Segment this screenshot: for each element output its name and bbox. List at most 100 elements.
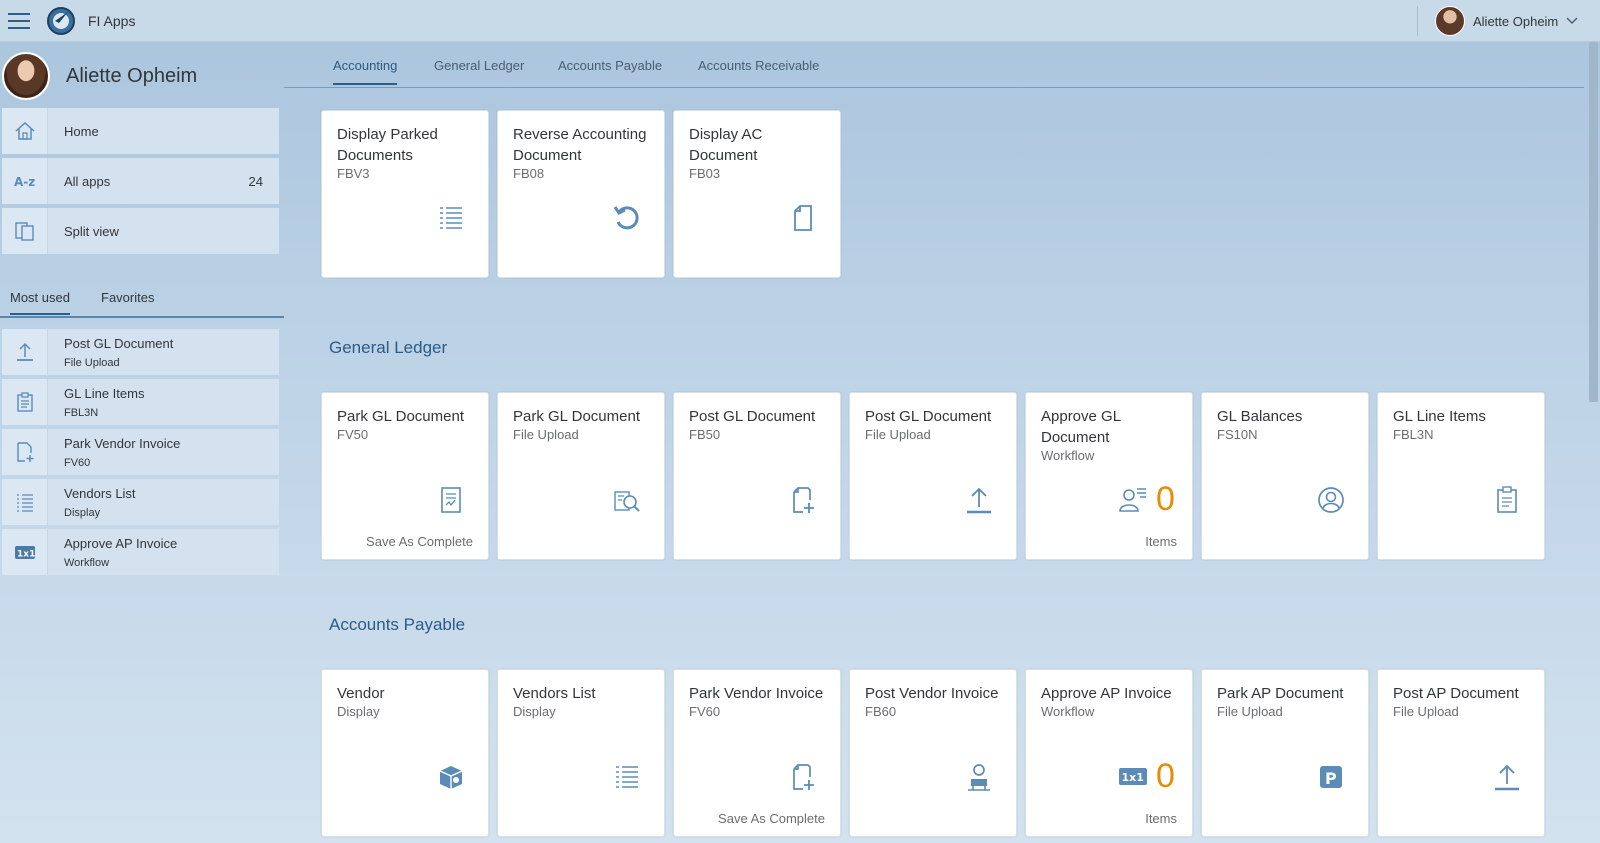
tile-gl-line-items[interactable]: GL Line Items FBL3N: [1377, 392, 1545, 560]
nav-item-all-apps[interactable]: A-z All apps 24: [2, 158, 279, 204]
me-user-name: Aliette Opheim: [66, 64, 198, 87]
chevron-down-icon: [1566, 17, 1578, 24]
upload-icon: [967, 487, 991, 514]
tile-gl-balances[interactable]: GL Balances FS10N: [1201, 392, 1369, 560]
tile-footer: Save As Complete: [366, 534, 473, 549]
tile-title: Display AC Document: [689, 126, 763, 164]
tile-subtitle: File Upload: [865, 427, 931, 442]
anchor-bar: Accounting General Ledger Accounts Payab…: [284, 42, 1584, 88]
tile-park-gl-document-upload[interactable]: Park GL Document File Upload: [497, 392, 665, 560]
undo-icon: [613, 206, 639, 230]
user-menu-button[interactable]: Aliette Opheim: [1435, 5, 1578, 37]
app-logo-icon[interactable]: [46, 6, 76, 36]
add-document-icon: [16, 442, 33, 462]
tile-title: Park GL Document: [337, 408, 464, 425]
tile-title: Post GL Document: [865, 408, 992, 425]
upload-icon: [1495, 764, 1519, 791]
tile-display-ac-document[interactable]: Display AC Document FB03: [673, 110, 841, 278]
me-area: Aliette Opheim Home A-z All apps 24 Spli…: [0, 42, 284, 843]
svg-text:1x1: 1x1: [17, 550, 35, 560]
home-icon: [15, 121, 34, 140]
tile-footer: Items: [1145, 534, 1177, 549]
anchor-accounting[interactable]: Accounting: [333, 58, 398, 85]
tile-title: Approve AP Invoice: [1041, 685, 1172, 702]
add-document-icon: [793, 487, 814, 513]
tile-title: Display Parked Documents: [337, 126, 438, 164]
tile-title: Approve GL Document: [1041, 408, 1121, 446]
tile-title: Reverse Accounting Document: [513, 126, 647, 164]
most-used-item[interactable]: Post GL Document File Upload: [2, 329, 279, 375]
tile-vendor[interactable]: Vendor Display: [321, 669, 489, 837]
tile-post-ap-document[interactable]: Post AP Document File Upload: [1377, 669, 1545, 837]
tile-reverse-accounting-document[interactable]: Reverse Accounting Document FB08: [497, 110, 665, 278]
tile-subtitle: FBV3: [337, 166, 370, 181]
me-header: Aliette Opheim: [0, 52, 197, 100]
tile-title: Vendor: [337, 685, 385, 702]
tile-title: GL Balances: [1217, 408, 1303, 425]
tile-title: Park Vendor Invoice: [689, 685, 824, 702]
header-divider: [1417, 6, 1418, 36]
tile-post-vendor-invoice[interactable]: Post Vendor Invoice FB60: [849, 669, 1017, 837]
a-z-icon: A-z: [14, 175, 35, 189]
anchor-accounts-receivable[interactable]: Accounts Receivable: [698, 58, 819, 83]
list-item-title: Vendors List: [64, 485, 136, 501]
tile-subtitle: FS10N: [1217, 427, 1258, 442]
upload-icon: [16, 342, 33, 361]
nav-item-label: Split view: [64, 223, 119, 239]
tile-approve-gl-document[interactable]: Approve GL Document Workflow 0 Items: [1025, 392, 1193, 560]
me-area-tabs: Most used Favorites: [0, 284, 284, 318]
tile-subtitle: FB60: [865, 704, 897, 719]
avatar: [1435, 6, 1465, 36]
tile-post-gl-document-upload[interactable]: Post GL Document File Upload: [849, 392, 1017, 560]
tile-title: GL Line Items: [1393, 408, 1486, 425]
one-x-one-icon: 1x1: [1119, 768, 1147, 785]
tile-post-gl-document[interactable]: Post GL Document FB50: [673, 392, 841, 560]
tile-subtitle: File Upload: [1217, 704, 1283, 719]
anchor-accounts-payable[interactable]: Accounts Payable: [558, 58, 662, 83]
tile-footer: Items: [1145, 811, 1177, 826]
person-list-icon: [1119, 488, 1146, 512]
tile-vendors-list[interactable]: Vendors List Display: [497, 669, 665, 837]
tile-park-ap-document[interactable]: Park AP Document File Upload P: [1201, 669, 1369, 837]
tile-display-parked-documents[interactable]: Display Parked Documents FBV3: [321, 110, 489, 278]
launchpad-main: Accounting General Ledger Accounts Payab…: [284, 42, 1584, 843]
tile-subtitle: Display: [513, 704, 556, 719]
avatar[interactable]: [2, 52, 50, 100]
vertical-scrollbar[interactable]: [1589, 42, 1598, 402]
svg-text:A-z: A-z: [14, 175, 35, 189]
nav-item-home[interactable]: Home: [2, 108, 279, 154]
tile-subtitle: FBL3N: [1393, 427, 1434, 442]
list-item-subtitle: FBL3N: [64, 406, 99, 419]
anchor-general-ledger[interactable]: General Ledger: [434, 58, 524, 83]
tile-subtitle: FV50: [337, 427, 369, 442]
user-menu-name: Aliette Opheim: [1473, 13, 1559, 29]
supplier-box-icon: [439, 766, 463, 789]
parking-icon: P: [1320, 766, 1342, 788]
tile-park-vendor-invoice[interactable]: Park Vendor Invoice FV60 Save As Complet…: [673, 669, 841, 837]
svg-text:P: P: [1325, 769, 1337, 788]
list-item-title: Post GL Document: [64, 335, 174, 351]
tile-footer: Save As Complete: [718, 811, 825, 826]
tile-approve-ap-invoice[interactable]: Approve AP Invoice Workflow 1x1 0 Items: [1025, 669, 1193, 837]
tile-park-gl-document[interactable]: Park GL Document FV50 Save As Complete: [321, 392, 489, 560]
most-used-item[interactable]: Vendors List Display: [2, 479, 279, 525]
hamburger-menu-icon[interactable]: [2, 0, 36, 42]
tile-title: Vendors List: [513, 685, 596, 702]
most-used-item[interactable]: 1x1 Approve AP Invoice Workflow: [2, 529, 279, 575]
nav-item-label: Home: [64, 123, 99, 139]
list-item-title: Approve AP Invoice: [64, 535, 178, 551]
tab-favorites[interactable]: Favorites: [101, 290, 154, 313]
nav-item-split-view[interactable]: Split view: [2, 208, 279, 254]
list-item-subtitle: FV60: [64, 456, 91, 469]
list-icon: [16, 494, 33, 512]
most-used-item[interactable]: Park Vendor Invoice FV60: [2, 429, 279, 475]
most-used-item[interactable]: GL Line Items FBL3N: [2, 379, 279, 425]
list-item-subtitle: Display: [64, 506, 101, 519]
tile-subtitle: FB08: [513, 166, 545, 181]
clipboard-icon: [1497, 486, 1517, 513]
tab-most-used[interactable]: Most used: [10, 290, 70, 315]
tile-title: Park AP Document: [1217, 685, 1344, 702]
kpi-value: 0: [1156, 757, 1175, 795]
tile-subtitle: File Upload: [1393, 704, 1459, 719]
tile-subtitle: FB03: [689, 166, 721, 181]
